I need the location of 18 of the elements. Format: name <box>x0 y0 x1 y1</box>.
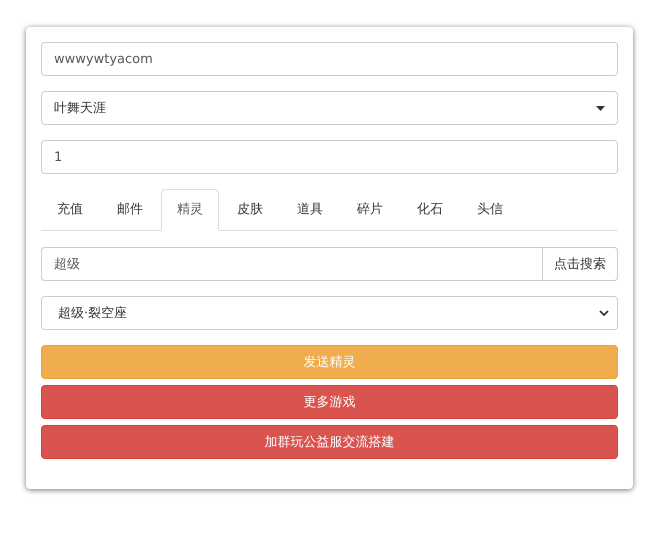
item-dropdown[interactable]: 超级·裂空座 <box>41 296 618 330</box>
account-field[interactable]: wwwywtyacom <box>41 42 618 76</box>
action-button[interactable]: 加群玩公益服交流搭建 <box>41 425 618 459</box>
tab[interactable]: 化石 <box>401 189 459 231</box>
tab[interactable]: 碎片 <box>341 189 399 231</box>
caret-icon <box>596 106 605 110</box>
chevron-icon <box>599 310 609 316</box>
tab[interactable]: 皮肤 <box>221 189 279 231</box>
tab[interactable]: 充值 <box>41 189 99 231</box>
action-button[interactable]: 更多游戏 <box>41 385 618 419</box>
tab[interactable]: 道具 <box>281 189 339 231</box>
search-field[interactable]: 超级 <box>41 247 543 281</box>
tab[interactable]: 头信 <box>461 189 519 231</box>
server-dropdown[interactable]: 叶舞天涯 <box>41 91 618 125</box>
tab[interactable]: 精灵 <box>161 189 219 231</box>
quantity-field[interactable]: 1 <box>41 140 618 174</box>
search-button[interactable]: 点击搜索 <box>543 247 618 281</box>
tab[interactable]: 邮件 <box>101 189 159 231</box>
